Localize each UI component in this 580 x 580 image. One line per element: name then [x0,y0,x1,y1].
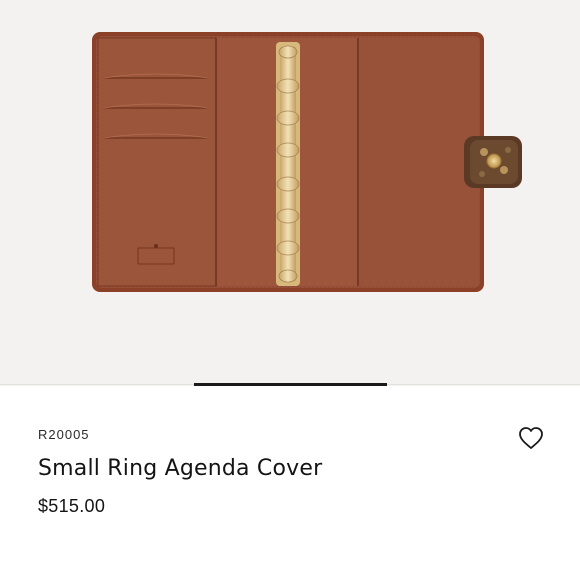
wishlist-button[interactable] [516,424,546,452]
gallery-scroll-indicator[interactable] [194,383,387,386]
heart-outline-icon [519,427,543,449]
product-price: $515.00 [38,496,106,516]
product-image [92,32,522,292]
product-title: Small Ring Agenda Cover [38,456,323,481]
product-sku: R20005 [38,427,90,442]
product-image-area[interactable] [0,0,580,386]
